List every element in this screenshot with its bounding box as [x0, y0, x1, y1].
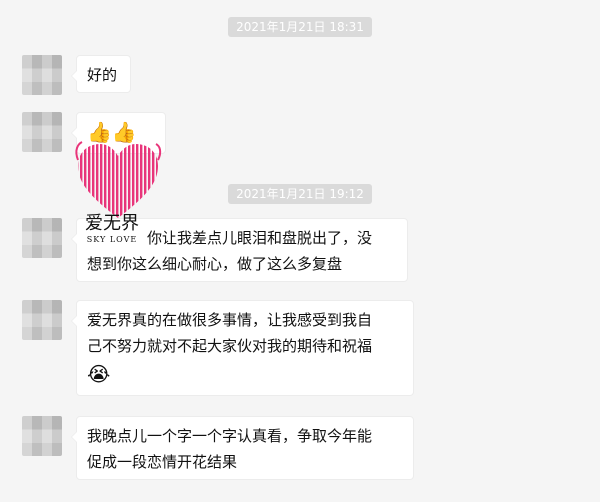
heart-stripe	[152, 144, 155, 218]
message-bubble[interactable]: 我晚点儿一个字一个字认真看，争取今年能 促成一段恋情开花结果	[71, 416, 414, 480]
avatar[interactable]	[22, 416, 62, 456]
heart-stripe	[128, 144, 131, 218]
heart-stripe	[112, 144, 115, 218]
logo-text: 爱无界	[85, 213, 139, 234]
avatar[interactable]	[22, 218, 62, 258]
timestamp-label: 2021年1月21日 19:12	[228, 184, 372, 204]
heart-stripe	[92, 144, 95, 218]
heart-stripe	[140, 144, 143, 218]
message-bubble[interactable]: 爱无界真的在做很多事情，让我感受到我自 己不努力就对不起大家伙对我的期待和祝福 …	[71, 300, 414, 396]
heart-stripe	[88, 144, 91, 218]
heart-stripe	[120, 144, 123, 218]
heart-icon	[72, 140, 162, 222]
crying-face-icon: 😭	[87, 362, 111, 386]
logo: 爱无界 SKY LOVE	[76, 213, 148, 253]
heart-stripe	[116, 144, 119, 218]
message-text-line: 促成一段恋情开花结果	[87, 453, 238, 471]
heart-stripe	[124, 144, 127, 218]
heart-stripe	[96, 144, 99, 218]
message-text-line: 你让我差点儿眼泪和盘脱出了，没	[147, 229, 373, 247]
heart-stripe	[156, 144, 158, 218]
avatar[interactable]	[22, 112, 62, 152]
heart-stripe	[136, 144, 139, 218]
heart-stripe	[72, 140, 74, 222]
heart-stripe	[104, 144, 107, 218]
timestamp: 2021年1月21日 18:31	[0, 16, 600, 37]
heart-stripe	[84, 144, 87, 218]
message-text-line: 爱无界真的在做很多事情，让我感受到我自	[87, 311, 373, 329]
logo-subtext: SKY LOVE	[86, 235, 138, 244]
avatar[interactable]	[22, 55, 62, 95]
avatar[interactable]	[22, 300, 62, 340]
timestamp: 2021年1月21日 19:12	[0, 183, 600, 204]
heart-stripe	[100, 144, 103, 218]
message-text: 好的	[87, 66, 118, 84]
heart-stripe	[80, 144, 83, 218]
heart-stripe	[144, 144, 147, 218]
timestamp-label: 2021年1月21日 18:31	[228, 17, 372, 37]
message-bubble[interactable]: 好的	[71, 55, 131, 93]
heart-stripe	[108, 144, 111, 218]
heart-stripe	[148, 144, 151, 218]
heart-stripe	[132, 144, 135, 218]
message-text-line: 想到你这么细心耐心，做了这么多复盘	[87, 255, 343, 273]
message-text-line: 我晚点儿一个字一个字认真看，争取今年能	[87, 427, 373, 445]
message-text-line: 己不努力就对不起大家伙对我的期待和祝福	[87, 337, 373, 355]
